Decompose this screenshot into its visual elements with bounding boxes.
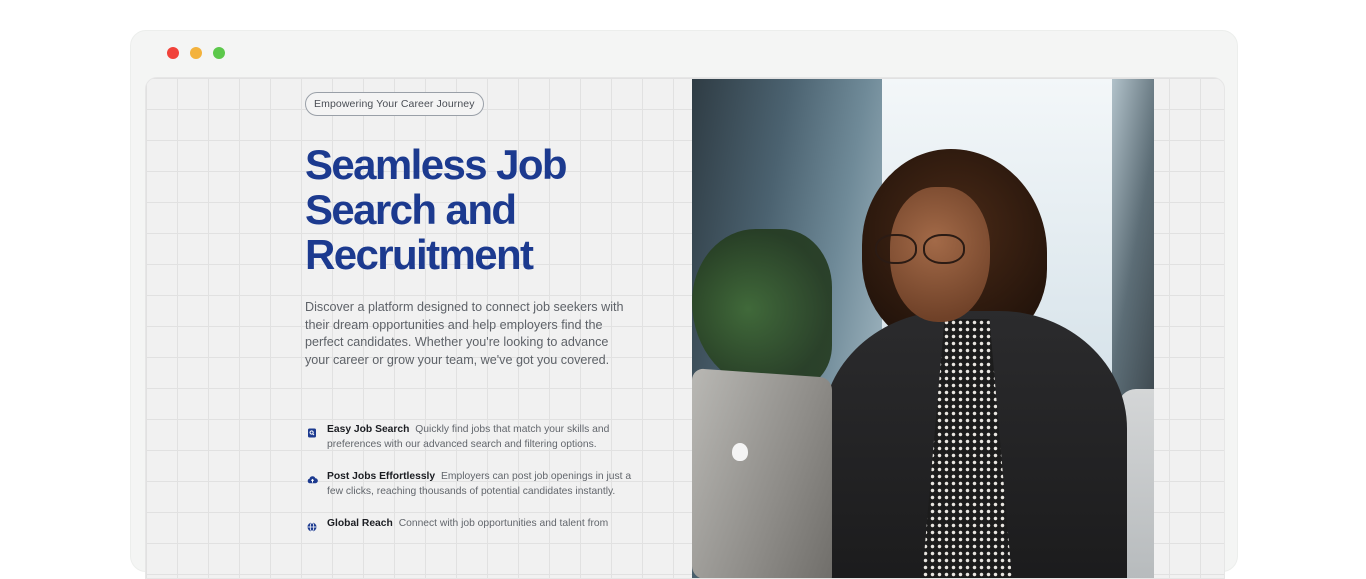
feature-title: Global Reach [327, 518, 393, 529]
hero-image [692, 79, 1154, 578]
window-controls [167, 47, 225, 59]
feature-item: Easy Job Search Quickly find jobs that m… [307, 422, 637, 452]
background-plant [692, 229, 832, 389]
feature-title: Post Jobs Effortlessly [327, 471, 436, 482]
hero-description: Discover a platform designed to connect … [305, 300, 624, 367]
close-window-button[interactable] [167, 47, 179, 59]
hero-text-section: Empowering Your Career Journey Seamless … [305, 92, 645, 369]
browser-window: Empowering Your Career Journey Seamless … [130, 30, 1238, 579]
apple-logo-icon [732, 443, 748, 461]
feature-item: Post Jobs Effortlessly Employers can pos… [307, 469, 637, 499]
hero-tag-pill: Empowering Your Career Journey [305, 92, 484, 116]
glasses [875, 234, 985, 264]
feature-description: Connect with job opportunities and talen… [398, 518, 609, 529]
minimize-window-button[interactable] [190, 47, 202, 59]
feature-title: Easy Job Search [327, 424, 410, 435]
feature-list: Easy Job Search Quickly find jobs that m… [307, 422, 637, 548]
search-doc-icon [307, 425, 317, 438]
cloud-upload-icon [307, 472, 318, 484]
feature-item: Global Reach Connect with job opportunit… [307, 516, 637, 532]
hero-title: Seamless Job Search and Recruitment [305, 141, 568, 278]
web-page: Empowering Your Career Journey Seamless … [145, 77, 1225, 579]
maximize-window-button[interactable] [213, 47, 225, 59]
laptop [692, 368, 832, 578]
globe-icon [307, 519, 317, 532]
